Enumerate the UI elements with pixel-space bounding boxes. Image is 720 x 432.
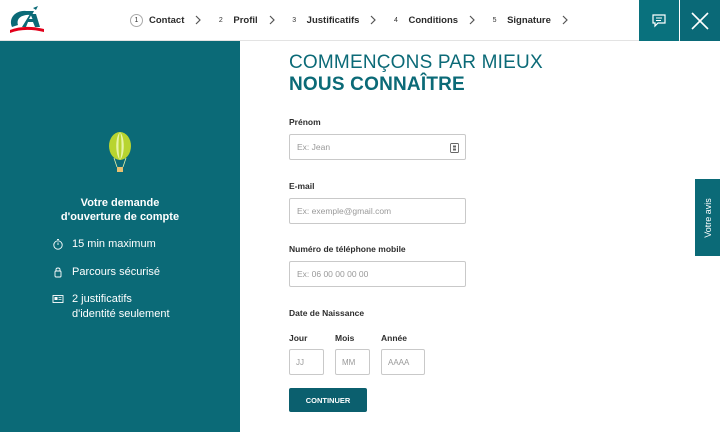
step-label: Justificatifs xyxy=(306,14,360,26)
step-number: 4 xyxy=(394,16,398,24)
email-input[interactable]: Ex: exemple@gmail.com xyxy=(289,198,466,224)
panel-title-line2: d'ouverture de compte xyxy=(60,211,180,223)
page: 1 Contact 2 Profil 3 Justificatifs 4 Con… xyxy=(0,0,720,432)
continue-button[interactable]: CONTINUER xyxy=(289,388,367,412)
day-placeholder: JJ xyxy=(296,357,304,367)
chevron-right-icon xyxy=(469,15,475,25)
hot-air-balloon-icon xyxy=(109,132,131,172)
email-label: E-mail xyxy=(289,181,315,191)
feature-documents: 2 justificatifs d'identité seulement xyxy=(52,292,170,322)
progress-steps: 1 Contact 2 Profil 3 Justificatifs 4 Con… xyxy=(130,0,581,40)
phone-input[interactable]: Ex: 06 00 00 00 00 xyxy=(289,261,466,287)
step-number: 3 xyxy=(292,16,297,24)
feature-text-line1: 2 justificatifs xyxy=(72,293,132,305)
feature-text: 2 justificatifs d'identité seulement xyxy=(72,292,170,322)
year-input[interactable]: AAAA xyxy=(381,349,425,375)
step-conditions[interactable]: 4 Conditions xyxy=(389,14,476,27)
year-label: Année xyxy=(381,333,407,343)
step-label: Signature xyxy=(507,14,551,26)
close-x-icon xyxy=(691,11,709,30)
chat-button[interactable] xyxy=(639,0,679,41)
step-justificatifs[interactable]: 3 Justificatifs xyxy=(288,14,378,27)
year-placeholder: AAAA xyxy=(388,357,410,367)
chevron-right-icon xyxy=(195,15,202,25)
info-panel: Votre demande d'ouverture de compte 15 m… xyxy=(0,41,240,432)
panel-title-line1: Votre demande xyxy=(80,197,160,209)
step-number: 2 xyxy=(218,16,223,24)
feature-text-line2: d'identité seulement xyxy=(72,308,170,320)
birthdate-label: Date de Naissance xyxy=(289,308,365,318)
feature-security: Parcours sécurisé xyxy=(52,265,160,280)
chevron-right-icon xyxy=(371,15,377,25)
prenom-label: Prénom xyxy=(289,117,321,127)
id-card-icon xyxy=(52,295,64,303)
prenom-placeholder: Ex: Jean xyxy=(297,142,331,152)
step-label: Contact xyxy=(149,14,185,26)
day-label: Jour xyxy=(289,333,308,343)
feedback-tab[interactable]: Votre avis xyxy=(695,179,720,256)
step-label: Conditions xyxy=(408,14,459,26)
step-signature[interactable]: 5 Signature xyxy=(488,14,569,27)
day-input[interactable]: JJ xyxy=(289,349,324,375)
prenom-input[interactable]: Ex: Jean xyxy=(289,134,466,160)
email-placeholder: Ex: exemple@gmail.com xyxy=(297,206,392,216)
top-bar: 1 Contact 2 Profil 3 Justificatifs 4 Con… xyxy=(0,0,720,41)
step-label: Profil xyxy=(233,14,258,26)
step-contact[interactable]: 1 Contact xyxy=(130,13,202,27)
lock-icon xyxy=(54,267,62,278)
month-input[interactable]: MM xyxy=(335,349,370,375)
step-profil[interactable]: 2 Profil xyxy=(214,14,275,27)
feedback-label: Votre avis xyxy=(702,197,713,238)
page-heading-line1: COMMENÇONS PAR MIEUX xyxy=(289,52,543,73)
feature-text: Parcours sécurisé xyxy=(72,266,161,278)
chevron-right-icon xyxy=(269,15,275,25)
feature-text: 15 min maximum xyxy=(72,238,156,250)
close-button[interactable] xyxy=(680,0,720,41)
stopwatch-icon xyxy=(53,239,63,250)
phone-placeholder: Ex: 06 00 00 00 00 xyxy=(297,269,369,279)
chevron-right-icon xyxy=(562,15,568,25)
feature-duration: 15 min maximum xyxy=(52,237,156,252)
credit-agricole-logo[interactable] xyxy=(6,6,46,36)
phone-label: Numéro de téléphone mobile xyxy=(289,244,406,254)
step-number: 5 xyxy=(492,16,497,24)
step-number: 1 xyxy=(130,13,143,27)
contact-card-icon[interactable] xyxy=(450,143,459,153)
month-placeholder: MM xyxy=(342,357,356,367)
month-label: Mois xyxy=(335,333,355,343)
chat-bubble-icon xyxy=(652,14,666,28)
panel-title: Votre demande d'ouverture de compte xyxy=(0,196,240,224)
page-heading-line2: NOUS CONNAÎTRE xyxy=(289,74,465,95)
